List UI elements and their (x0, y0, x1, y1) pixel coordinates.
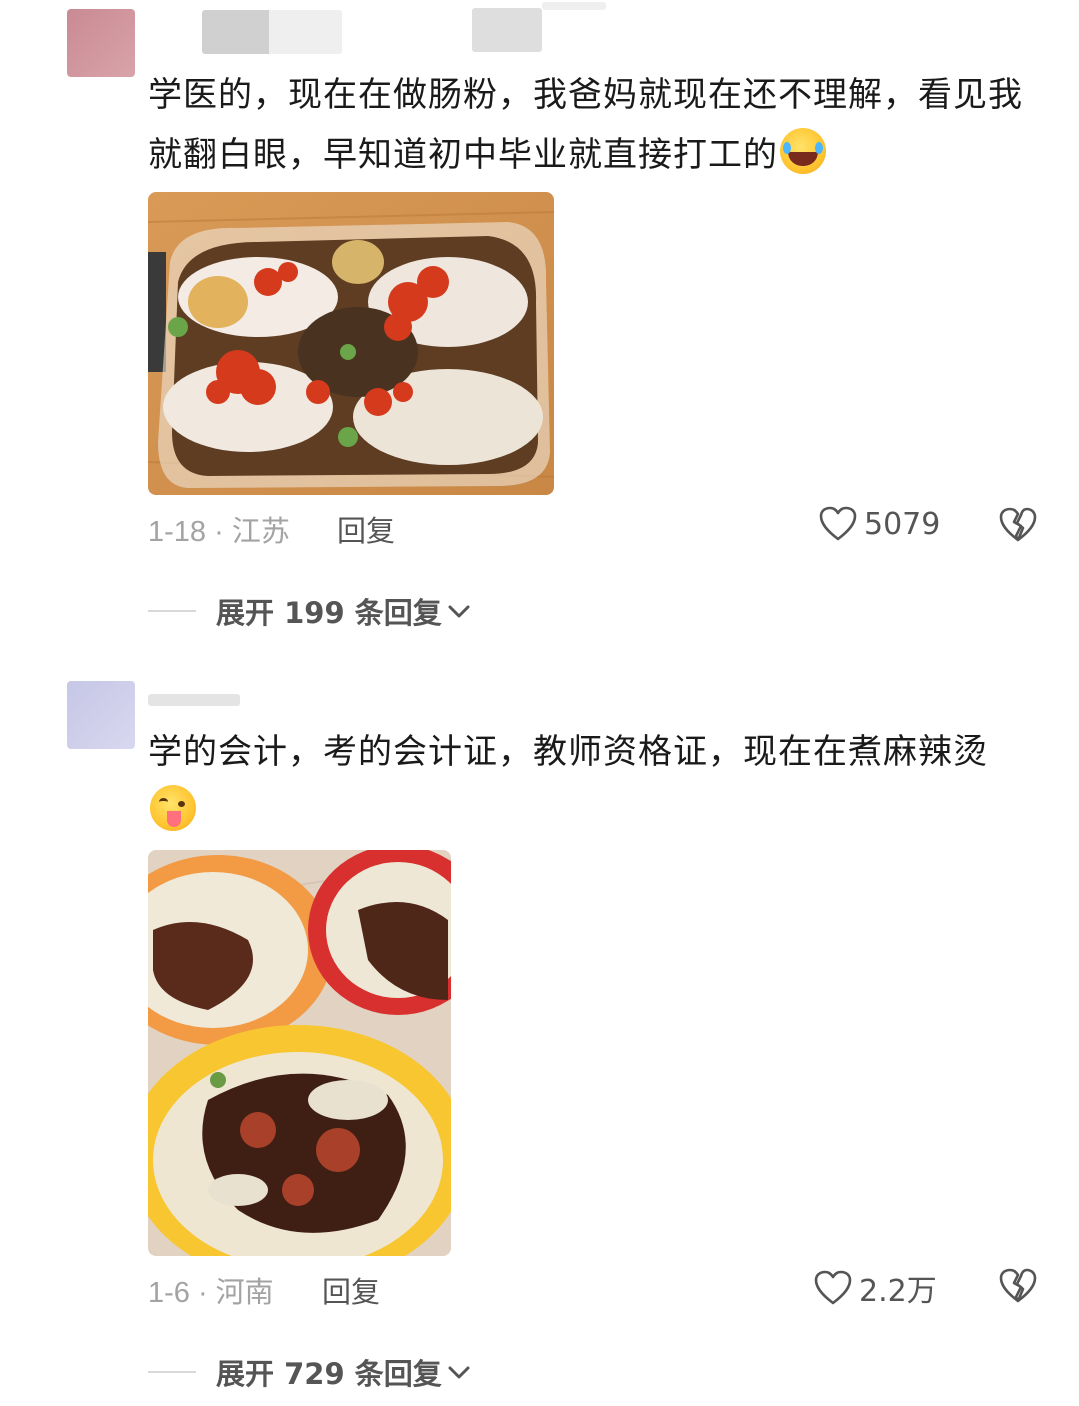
broken-heart-icon (999, 1268, 1037, 1303)
expand-replies-label: 展开 729 条回复 (216, 1357, 442, 1391)
reply-button[interactable]: 回复 (322, 1269, 380, 1311)
avatar[interactable] (67, 681, 135, 749)
like-button[interactable]: 2.2万 (813, 1266, 937, 1310)
divider (148, 1371, 196, 1373)
dislike-button[interactable] (998, 1267, 1038, 1309)
chevron-down-icon (448, 1366, 470, 1379)
comment-text: 学的会计，考的会计证，教师资格证，现在在煮麻辣烫 (148, 722, 1028, 842)
comment-2: 学的会计，考的会计证，教师资格证，现在在煮麻辣烫 1-6 · 河南 回复 2.2… (0, 0, 1079, 1406)
expand-replies[interactable]: 展开 729 条回复 (148, 1351, 472, 1393)
winking-tongue-emoji (150, 785, 196, 831)
username-redacted[interactable] (148, 694, 240, 706)
heart-outline-icon (814, 1270, 852, 1305)
comment-meta: 1-6 · 河南 (148, 1277, 274, 1309)
malatang-bowls-photo[interactable] (148, 850, 451, 1256)
like-count: 2.2万 (859, 1274, 937, 1309)
